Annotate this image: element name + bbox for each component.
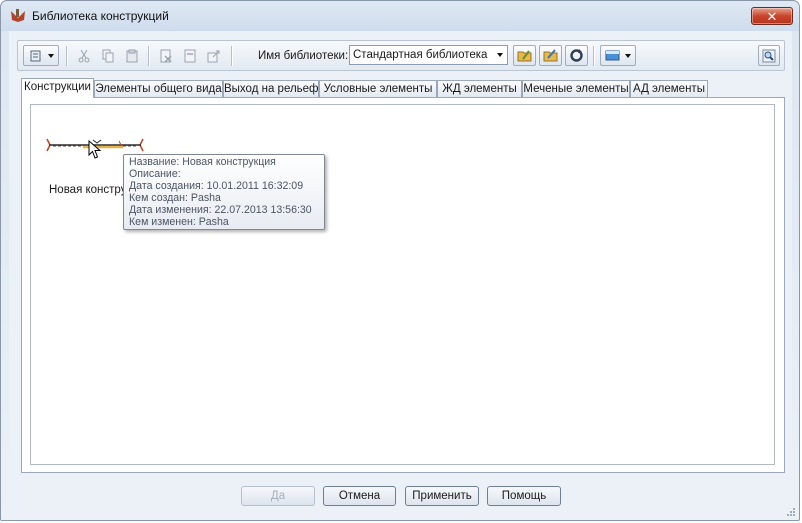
library-menu-icon [30, 50, 40, 61]
help-button[interactable]: Помощь [487, 486, 561, 506]
tooltip-description: Описание: [129, 168, 181, 180]
ok-button[interactable]: Да [241, 486, 315, 506]
tooltip-modified-by: Кем изменен: Pasha [129, 216, 229, 228]
tooltip-created-date: Дата создания: 10.01.2011 16:32:09 [129, 180, 304, 192]
tooltip-created-by: Кем создан: Pasha [129, 192, 221, 204]
tab-road-elements[interactable]: АД элементы [630, 80, 708, 97]
construction-tooltip: Название: Новая конструкция Описание: Да… [123, 154, 325, 230]
resize-grip-icon[interactable] [786, 507, 796, 517]
folder-save-icon [543, 49, 557, 62]
view-mode-icon [605, 50, 620, 61]
tooltip-modified-date: Дата изменения: 22.07.2013 13:56:30 [129, 204, 312, 216]
tooltip-name: Название: Новая конструкция [129, 156, 276, 168]
construction-item-label[interactable]: Новая констру [49, 184, 126, 196]
library-window: Библиотека конструкций ✕ Имя библиотеки:… [0, 0, 800, 521]
paste-icon [126, 49, 138, 62]
tab-constructions[interactable]: Конструкции [21, 78, 94, 98]
toolbar: Имя библиотеки: Стандартная библиотека [17, 40, 785, 71]
tab-terrain-exit[interactable]: Выход на рельеф [223, 80, 319, 97]
constructions-list[interactable]: Новая констру Название: Новая конструкци… [30, 104, 775, 465]
library-select-value: Стандартная библиотека [353, 49, 488, 61]
tab-marked-elements[interactable]: Меченые элементы [522, 80, 630, 97]
library-name-label: Имя библиотеки: [258, 50, 349, 62]
window-title: Библиотека конструкций [32, 9, 169, 23]
folder-open-icon [517, 50, 531, 62]
tab-symbolic-elements[interactable]: Условные элементы [319, 80, 437, 97]
copy-icon [102, 49, 114, 62]
delete-button[interactable] [155, 45, 177, 66]
dialog-client: Имя библиотеки: Стандартная библиотека К… [9, 31, 792, 513]
chevron-down-icon [47, 53, 54, 58]
properties-button[interactable] [179, 45, 201, 66]
library-select[interactable]: Стандартная библиотека [349, 45, 508, 65]
save-library-button[interactable] [539, 45, 562, 66]
copy-button[interactable] [97, 45, 119, 66]
refresh-icon [570, 49, 583, 62]
cancel-button[interactable]: Отмена [323, 486, 396, 506]
search-button[interactable] [758, 45, 780, 66]
apply-button[interactable]: Применить [405, 486, 479, 506]
refresh-button[interactable] [565, 45, 588, 66]
cut-icon [78, 49, 90, 62]
chevron-down-icon [625, 53, 631, 58]
constructions-panel: Новая констру Название: Новая конструкци… [21, 97, 785, 473]
cut-button[interactable] [73, 45, 95, 66]
delete-icon [160, 49, 172, 63]
app-icon [11, 9, 25, 22]
export-button[interactable] [203, 45, 225, 66]
close-button[interactable]: ✕ [751, 7, 793, 25]
export-icon [207, 50, 220, 62]
paste-button[interactable] [121, 45, 143, 66]
view-mode-button[interactable] [600, 45, 636, 66]
library-menu-button[interactable] [23, 45, 59, 66]
properties-icon [184, 49, 196, 62]
tab-general-elements[interactable]: Элементы общего вида [94, 80, 223, 97]
chevron-down-icon [493, 46, 507, 64]
search-icon [762, 49, 776, 62]
tab-railway-elements[interactable]: ЖД элементы [437, 80, 522, 97]
title-bar[interactable]: Библиотека конструкций ✕ [1, 1, 799, 31]
mouse-cursor-icon [88, 140, 102, 159]
open-library-button[interactable] [513, 45, 536, 66]
